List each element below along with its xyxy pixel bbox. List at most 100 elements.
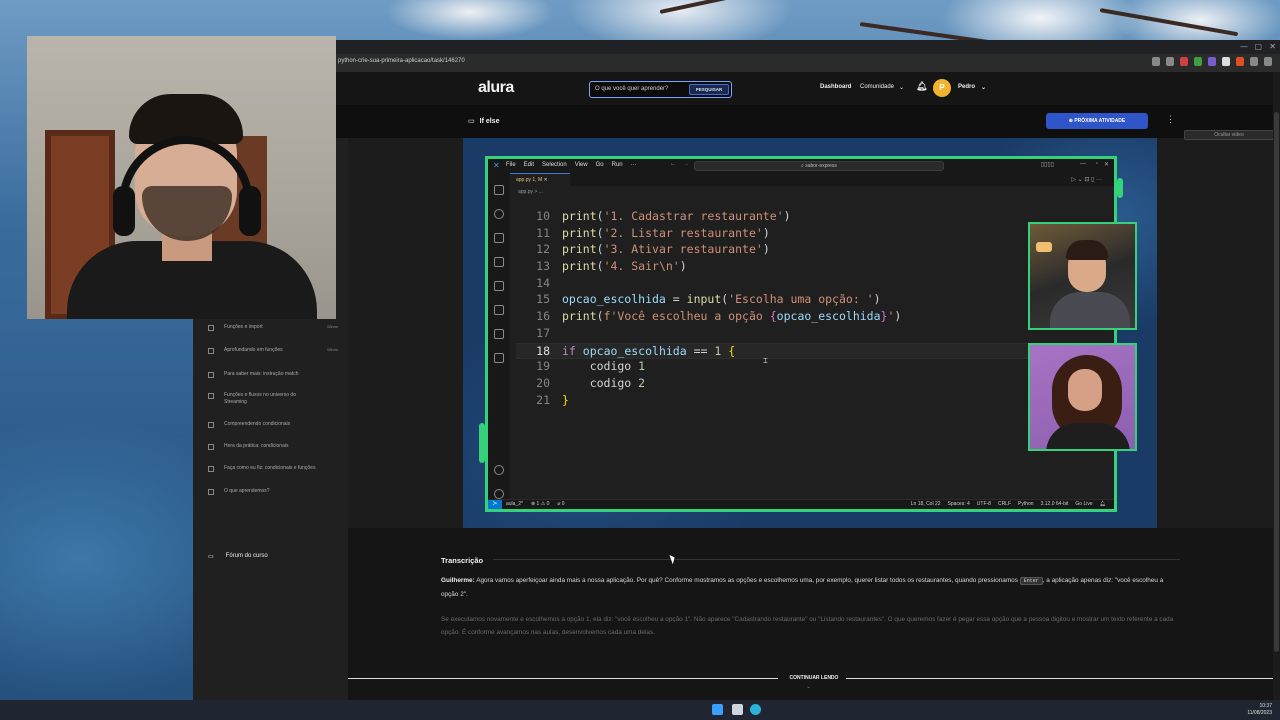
settings-gear-icon[interactable] [494,489,504,499]
problems-status[interactable]: ⊗ 1 ⚠ 0 [531,501,549,507]
puzzle-icon[interactable] [1250,57,1258,66]
account-icon[interactable] [494,465,504,475]
file-explorer-icon[interactable] [732,704,743,715]
language-mode[interactable]: Python [1018,501,1034,507]
extension-icon[interactable] [1236,57,1244,66]
chevron-down-icon[interactable]: ⌄ [899,84,904,91]
system-clock[interactable]: 10:37 11/08/2023 [1247,703,1272,717]
search-icon[interactable] [494,209,504,219]
maximize-icon[interactable]: ▫ [1096,161,1098,167]
avatar[interactable]: P [933,79,951,97]
sidebar-item[interactable]: O que aprendemos? [208,488,338,495]
code-line[interactable]: 10 print('1. Cadastrar restaurante') [516,209,1104,226]
menu-go[interactable]: Go [596,162,604,168]
address-bar[interactable]: python-crie-sua-primeira-aplicacao/task/… [193,54,1280,72]
minimize-icon[interactable]: — [1240,42,1248,51]
bell-icon[interactable]: 🔔︎ [1100,501,1106,507]
breadcrumb[interactable]: app.py > ... [518,189,543,195]
code-line[interactable]: 11 print('2. Listar restaurante') [516,226,1104,243]
extension-icon[interactable] [1222,57,1230,66]
alura-logo[interactable]: alura [478,79,514,97]
sidebar-item[interactable]: Funções e fluxos no universo do Streamin… [208,392,318,406]
code-line[interactable]: 21} [516,393,1104,410]
code-line[interactable]: 12 print('3. Ativar restaurante') [516,242,1104,259]
more-options-icon[interactable]: ⋮ [1166,114,1175,125]
docker-icon[interactable] [494,281,504,291]
code-line[interactable]: 16 print(f'Você escolheu a opção {opcao_e… [516,309,1104,326]
run-file-icon[interactable]: ▷ ⌄ ⊡ ▯ ··· [1071,176,1102,183]
close-icon[interactable]: ✕ [1269,42,1276,51]
code-editor[interactable]: 10 print('1. Cadastrar restaurante') 11 pri… [516,209,1104,409]
back-arrow-icon[interactable]: ← [670,161,676,167]
forward-arrow-icon[interactable]: → [683,161,689,167]
command-center-search[interactable]: ⌕ sabor-express [694,161,944,171]
code-line[interactable]: 17 [516,326,1104,343]
python-interpreter[interactable]: 3.12.0 64-bit [1041,501,1069,507]
close-icon[interactable]: ✕ [1104,161,1109,168]
user-name[interactable]: Pedro [958,84,975,90]
windows-start-icon[interactable] [712,704,723,715]
code-line[interactable]: 18 if opcao_escolhida == 1 { [516,342,1104,360]
menu-view[interactable]: View [575,162,588,168]
hide-video-button[interactable]: Ocultar video [1184,130,1274,140]
close-tab-icon[interactable]: ✕ [544,177,548,183]
next-activity-button[interactable]: ⊕ PRÓXIMA ATIVIDADE [1046,113,1148,129]
menu-edit[interactable]: Edit [524,162,534,168]
line-ending[interactable]: CRLF [998,501,1011,507]
menu-run[interactable]: Run [612,162,623,168]
code-line[interactable]: 15 opcao_escolhida = input('Escolha uma o… [516,292,1104,309]
extension-icon[interactable] [1208,57,1216,66]
explorer-icon[interactable] [494,185,504,195]
sidebar-item[interactable]: Funções e import 08min [208,324,338,331]
scrollbar-thumb[interactable] [1274,112,1279,652]
menu-selection[interactable]: Selection [542,162,567,168]
extension-icon[interactable] [1194,57,1202,66]
url-text[interactable]: python-crie-sua-primeira-aplicacao/task/… [338,58,465,64]
search-button[interactable]: PESQUISAR [689,84,729,95]
browser-icon[interactable] [750,704,761,715]
line-number: 18 [536,343,550,358]
remote-explorer-icon[interactable] [494,329,504,339]
star-icon[interactable] [1166,57,1174,66]
code-line[interactable]: 19 codigo 1 [516,359,1104,376]
branch-status[interactable]: aula_2* [506,501,523,507]
code-line[interactable]: 13 print('4. Sair\n') [516,259,1104,276]
encoding[interactable]: UTF-8 [977,501,991,507]
sidebar-item[interactable]: Hora da prática: condicionais [208,443,338,450]
chevron-down-icon[interactable]: ⌄ [981,84,986,91]
layout-icon[interactable]: ▯▯▯▯ [1041,161,1054,168]
extensions-icon[interactable] [494,305,504,315]
page-scrollbar[interactable] [1273,72,1280,700]
indentation[interactable]: Spaces: 4 [948,501,970,507]
nav-dashboard[interactable]: Dashboard [820,84,851,90]
forum-link[interactable]: ▭ Fórum do curso [208,553,268,560]
remote-icon[interactable]: ≻ [488,500,502,509]
maximize-icon[interactable]: ▢ [1254,42,1262,51]
sidebar-item[interactable]: Faça como eu fiz: condicionais e funções [208,465,338,472]
sidebar-item[interactable]: Para saber mais: instrução match [208,371,338,378]
go-live[interactable]: Go Live [1075,501,1092,507]
cursor-position[interactable]: Ln 18, Col 22 [911,501,941,507]
bell-icon[interactable]: 🔔︎ [916,81,927,92]
menu-file[interactable]: File [506,162,516,168]
code-line[interactable]: 20 codigo 2 [516,376,1104,393]
search-input[interactable]: O que você quer aprender? PESQUISAR [589,81,732,98]
minimize-icon[interactable]: — [1080,161,1086,167]
editor-tab-app-py[interactable]: app.py 1, M ✕ [510,173,570,186]
run-debug-icon[interactable] [494,257,504,267]
sidebar-item[interactable]: Aprofundando em funções 08min [208,347,338,354]
menu-icon[interactable] [1264,57,1272,66]
testing-icon[interactable] [494,353,504,363]
extension-icon[interactable] [1180,57,1188,66]
continue-reading-button[interactable]: CONTINUAR LENDO [348,675,1280,681]
menu-more[interactable]: ··· [631,162,637,168]
zoom-icon[interactable] [1152,57,1160,66]
ports-status[interactable]: ⌀ 0 [557,501,564,507]
code-line[interactable]: 14 [516,276,1104,293]
sidebar-item[interactable]: Compreendendo condicionais [208,421,338,428]
chevron-down-icon[interactable]: ⌄ [806,683,811,690]
video-player[interactable]: ✕ File Edit Selection View Go Run ··· ← … [463,138,1157,528]
source-control-icon[interactable] [494,233,504,243]
nav-comunidade[interactable]: Comunidade [860,84,894,90]
sidebar-item-label: Compreendendo condicionais [224,421,291,427]
